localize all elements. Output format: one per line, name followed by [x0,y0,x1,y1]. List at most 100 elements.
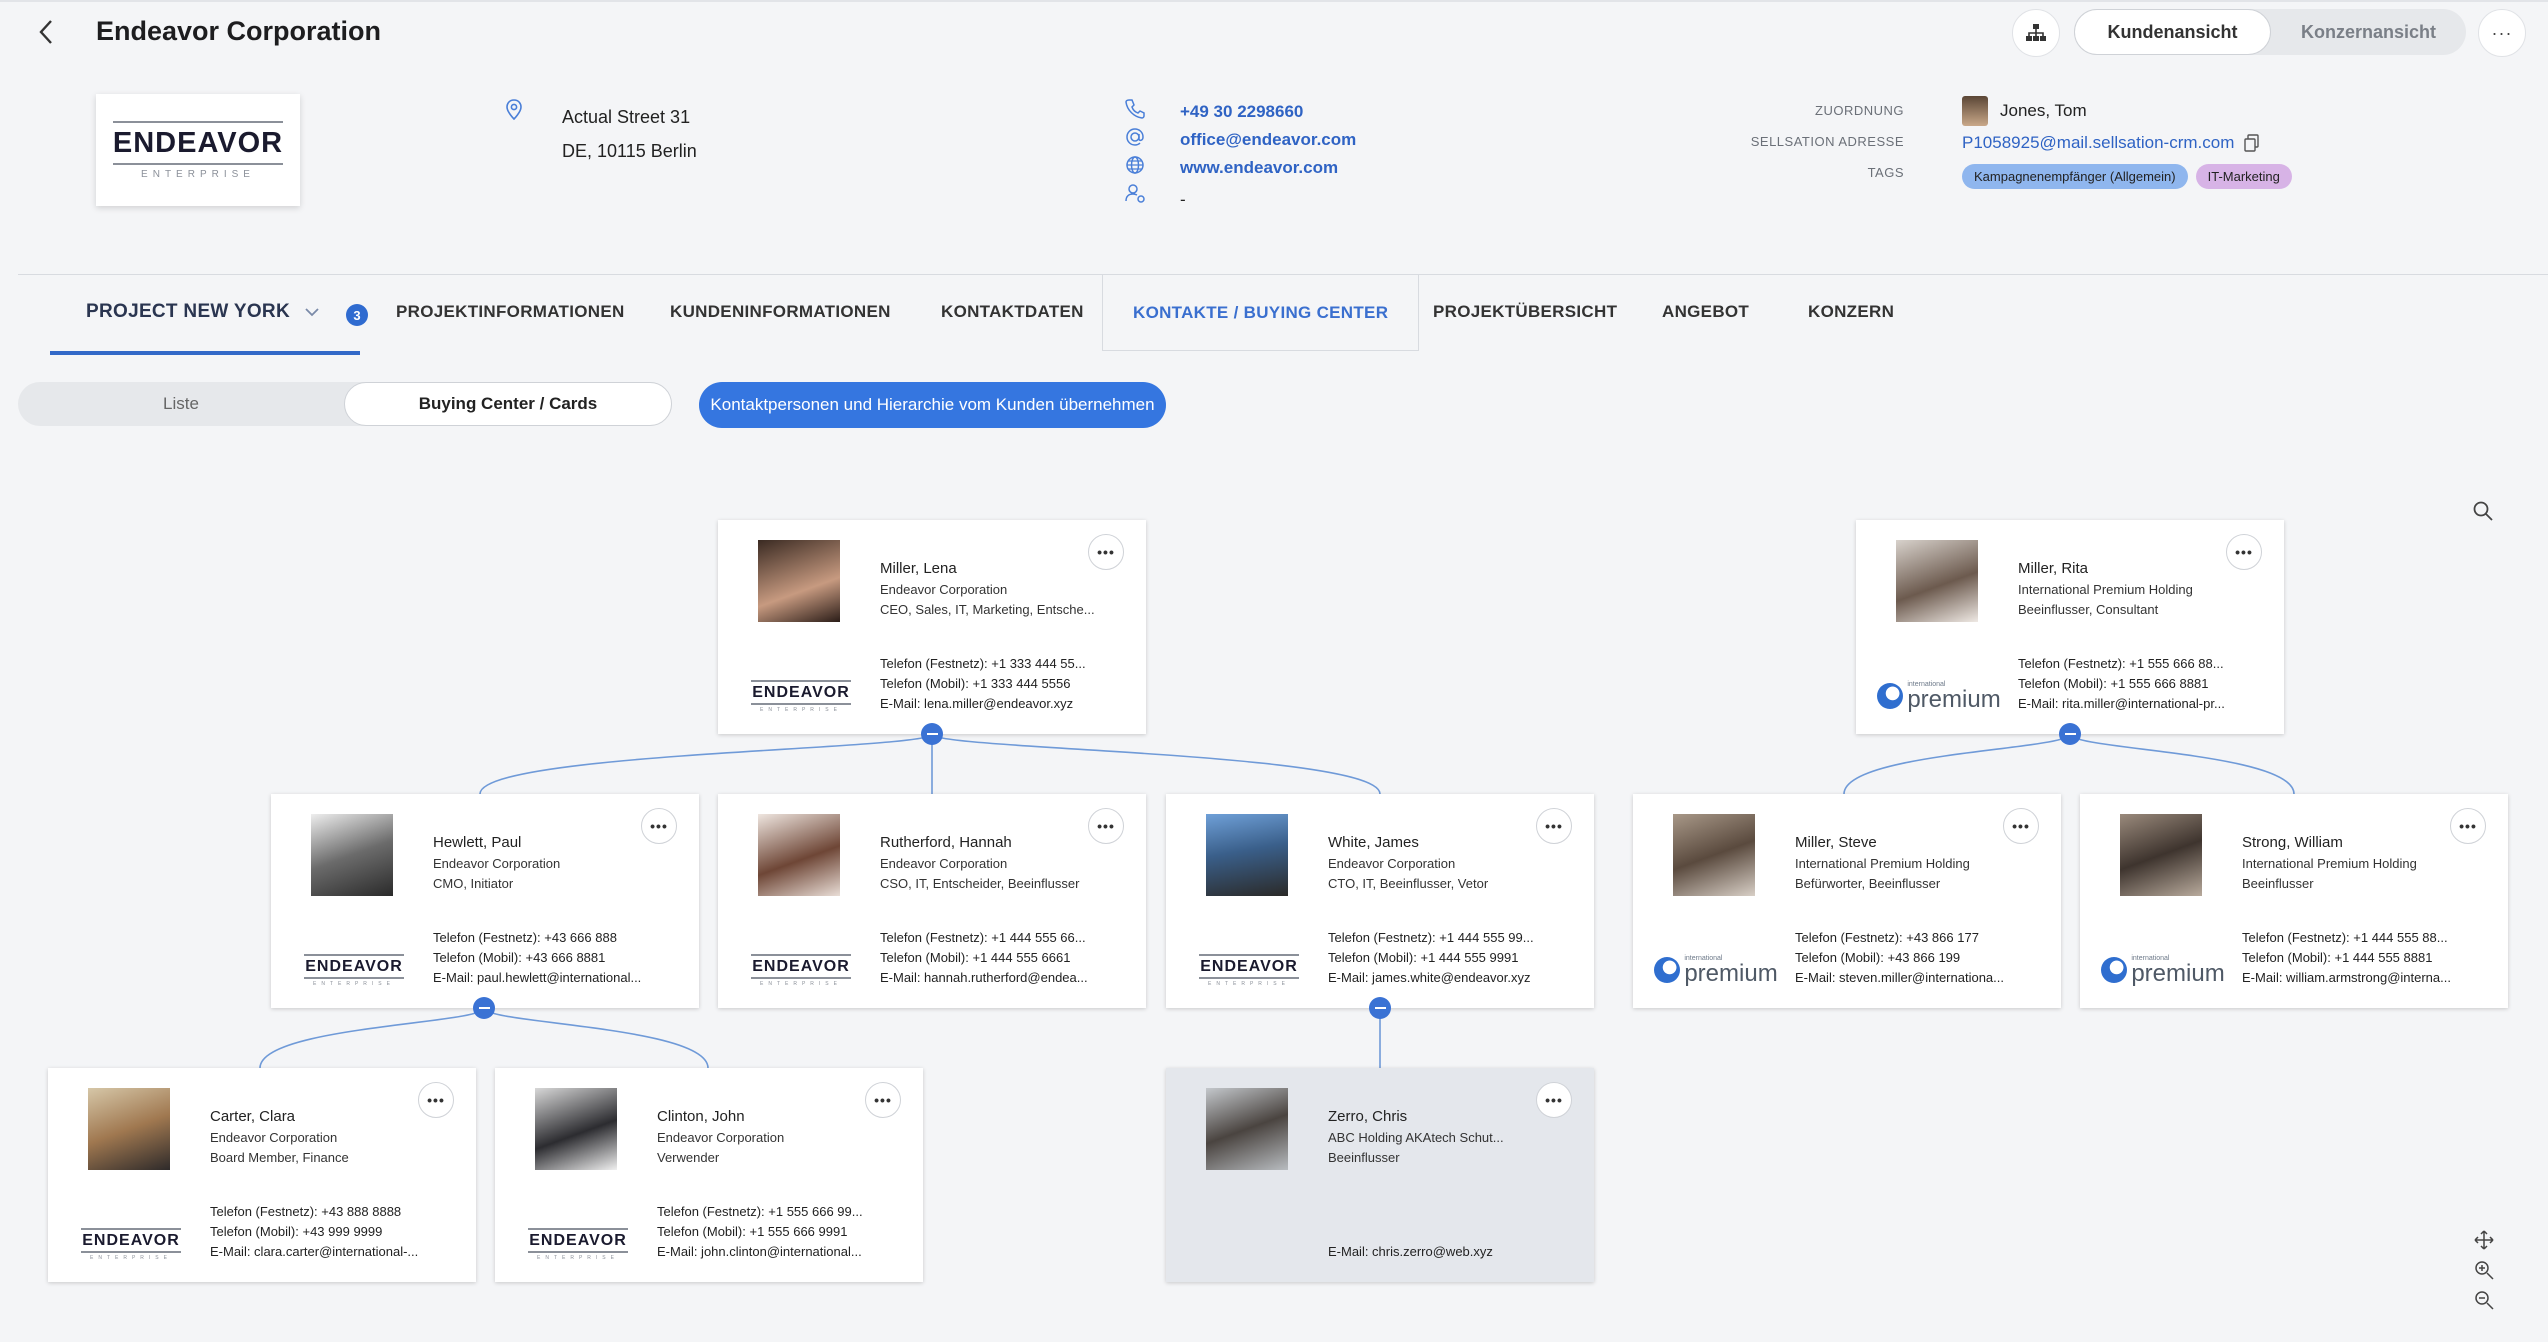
endeavor-logo: ENDEAVOR ENTERPRISE [76,1224,186,1264]
contact-role: Beeinflusser [1328,1150,1400,1165]
contact-role: CSO, IT, Entscheider, Beeinflusser [880,876,1080,891]
contact-card-william-strong[interactable]: ••• Strong, William International Premiu… [2080,794,2508,1008]
contact-company: International Premium Holding [2018,582,2193,597]
contact-card-john-clinton[interactable]: ••• Clinton, John Endeavor Corporation V… [495,1068,923,1282]
contact-photo [1673,814,1755,896]
collapse-node-button[interactable] [2059,723,2081,745]
endeavor-logo: ENDEAVOR ENTERPRISE [746,676,856,716]
contact-company: ABC Holding AKAtech Schut... [1328,1130,1504,1145]
contact-mobile[interactable]: Telefon (Mobil): +43 866 199 [1795,950,1960,965]
contact-name: Miller, Rita [2018,560,2089,577]
contact-photo [758,540,840,622]
contact-company: International Premium Holding [1795,856,1970,871]
card-more-button[interactable]: ••• [1536,1082,1572,1118]
endeavor-logo: ENDEAVOR ENTERPRISE [523,1224,633,1264]
card-more-button[interactable]: ••• [2226,534,2262,570]
contact-landline[interactable]: Telefon (Festnetz): +1 444 555 88... [2242,930,2448,945]
contact-company: Endeavor Corporation [657,1130,785,1145]
contact-name: Strong, William [2242,834,2343,851]
contact-landline[interactable]: Telefon (Festnetz): +1 444 555 99... [1328,930,1534,945]
card-more-button[interactable]: ••• [2003,808,2039,844]
contact-landline[interactable]: Telefon (Festnetz): +1 333 444 55... [880,656,1086,671]
collapse-node-button[interactable] [1369,997,1391,1019]
contact-card-paul-hewlett[interactable]: ••• Hewlett, Paul Endeavor Corporation C… [271,794,699,1008]
contact-card-james-white[interactable]: ••• White, James Endeavor Corporation CT… [1166,794,1594,1008]
contact-name: White, James [1328,834,1419,851]
contact-email[interactable]: E-Mail: paul.hewlett@international... [433,970,641,985]
endeavor-logo: ENDEAVOR ENTERPRISE [746,950,856,990]
contact-role: CTO, IT, Beeinflusser, Vetor [1328,876,1489,891]
contact-email[interactable]: E-Mail: john.clinton@international... [657,1244,862,1259]
card-more-button[interactable]: ••• [865,1082,901,1118]
contact-name: Miller, Steve [1795,834,1877,851]
contact-company: Endeavor Corporation [880,582,1008,597]
card-more-button[interactable]: ••• [2450,808,2486,844]
contact-company: Endeavor Corporation [210,1130,338,1145]
card-more-button[interactable]: ••• [1536,808,1572,844]
collapse-node-button[interactable] [473,997,495,1019]
contact-mobile[interactable]: Telefon (Mobil): +43 666 8881 [433,950,605,965]
contact-email[interactable]: E-Mail: rita.miller@international-pr... [2018,696,2225,711]
contact-name: Clinton, John [657,1108,745,1125]
contact-company: Endeavor Corporation [433,856,561,871]
contact-card-steve-miller[interactable]: ••• Miller, Steve International Premium … [1633,794,2061,1008]
contact-photo [758,814,840,896]
contact-company: Endeavor Corporation [880,856,1008,871]
contact-photo [88,1088,170,1170]
contact-card-hannah-rutherford[interactable]: ••• Rutherford, Hannah Endeavor Corporat… [718,794,1146,1008]
contact-email[interactable]: E-Mail: clara.carter@international-... [210,1244,418,1259]
contact-landline[interactable]: Telefon (Festnetz): +43 866 177 [1795,930,1979,945]
contact-role: Befürworter, Beeinflusser [1795,876,1941,891]
contact-mobile[interactable]: Telefon (Mobil): +1 444 555 6661 [880,950,1070,965]
contact-role: Verwender [657,1150,720,1165]
contact-email[interactable]: E-Mail: hannah.rutherford@endea... [880,970,1088,985]
contact-role: Board Member, Finance [210,1150,349,1165]
contact-landline[interactable]: Telefon (Festnetz): +43 666 888 [433,930,617,945]
card-more-button[interactable]: ••• [641,808,677,844]
contact-photo [1896,540,1978,622]
contact-landline[interactable]: Telefon (Festnetz): +1 555 666 99... [657,1204,863,1219]
contact-name: Carter, Clara [210,1108,296,1125]
zoom-out-icon[interactable] [2474,1290,2494,1310]
contact-email[interactable]: E-Mail: steven.miller@internationa... [1795,970,2004,985]
contact-company: International Premium Holding [2242,856,2417,871]
contact-photo [311,814,393,896]
contact-mobile[interactable]: Telefon (Mobil): +1 444 555 9991 [1328,950,1518,965]
move-icon[interactable] [2474,1230,2494,1250]
contact-name: Zerro, Chris [1328,1108,1408,1125]
contact-email[interactable]: E-Mail: lena.miller@endeavor.xyz [880,696,1073,711]
contact-mobile[interactable]: Telefon (Mobil): +43 999 9999 [210,1224,382,1239]
contact-landline[interactable]: Telefon (Festnetz): +1 555 666 88... [2018,656,2224,671]
contact-mobile[interactable]: Telefon (Mobil): +1 555 666 8881 [2018,676,2208,691]
zoom-in-icon[interactable] [2474,1260,2494,1280]
endeavor-logo: ENDEAVOR ENTERPRISE [299,950,409,990]
premium-logo: international premium [2101,950,2225,990]
contact-email[interactable]: E-Mail: chris.zerro@web.xyz [1328,1244,1493,1259]
endeavor-logo: ENDEAVOR ENTERPRISE [1194,950,1304,990]
contact-role: Beeinflusser [2242,876,2314,891]
collapse-node-button[interactable] [921,723,943,745]
card-more-button[interactable]: ••• [1088,808,1124,844]
contact-role: CEO, Sales, IT, Marketing, Entsche... [880,602,1095,617]
contact-mobile[interactable]: Telefon (Mobil): +1 333 444 5556 [880,676,1070,691]
contact-card-chris-zerro[interactable]: ••• Zerro, Chris ABC Holding AKAtech Sch… [1166,1068,1594,1282]
contact-email[interactable]: E-Mail: william.armstrong@interna... [2242,970,2451,985]
contact-card-rita-miller[interactable]: ••• Miller, Rita International Premium H… [1856,520,2284,734]
contact-company: Endeavor Corporation [1328,856,1456,871]
contact-photo [2120,814,2202,896]
card-more-button[interactable]: ••• [1088,534,1124,570]
contact-mobile[interactable]: Telefon (Mobil): +1 555 666 9991 [657,1224,847,1239]
contact-landline[interactable]: Telefon (Festnetz): +43 888 8888 [210,1204,401,1219]
contact-photo [1206,1088,1288,1170]
zoom-controls [2474,1230,2494,1310]
contact-card-lena-miller[interactable]: ••• Miller, Lena Endeavor Corporation CE… [718,520,1146,734]
contact-landline[interactable]: Telefon (Festnetz): +1 444 555 66... [880,930,1086,945]
card-more-button[interactable]: ••• [418,1082,454,1118]
contact-mobile[interactable]: Telefon (Mobil): +1 444 555 8881 [2242,950,2432,965]
contact-photo [535,1088,617,1170]
contact-email[interactable]: E-Mail: james.white@endeavor.xyz [1328,970,1531,985]
contact-name: Miller, Lena [880,560,957,577]
contact-name: Rutherford, Hannah [880,834,1012,851]
contact-card-clara-carter[interactable]: ••• Carter, Clara Endeavor Corporation B… [48,1068,476,1282]
contact-name: Hewlett, Paul [433,834,522,851]
